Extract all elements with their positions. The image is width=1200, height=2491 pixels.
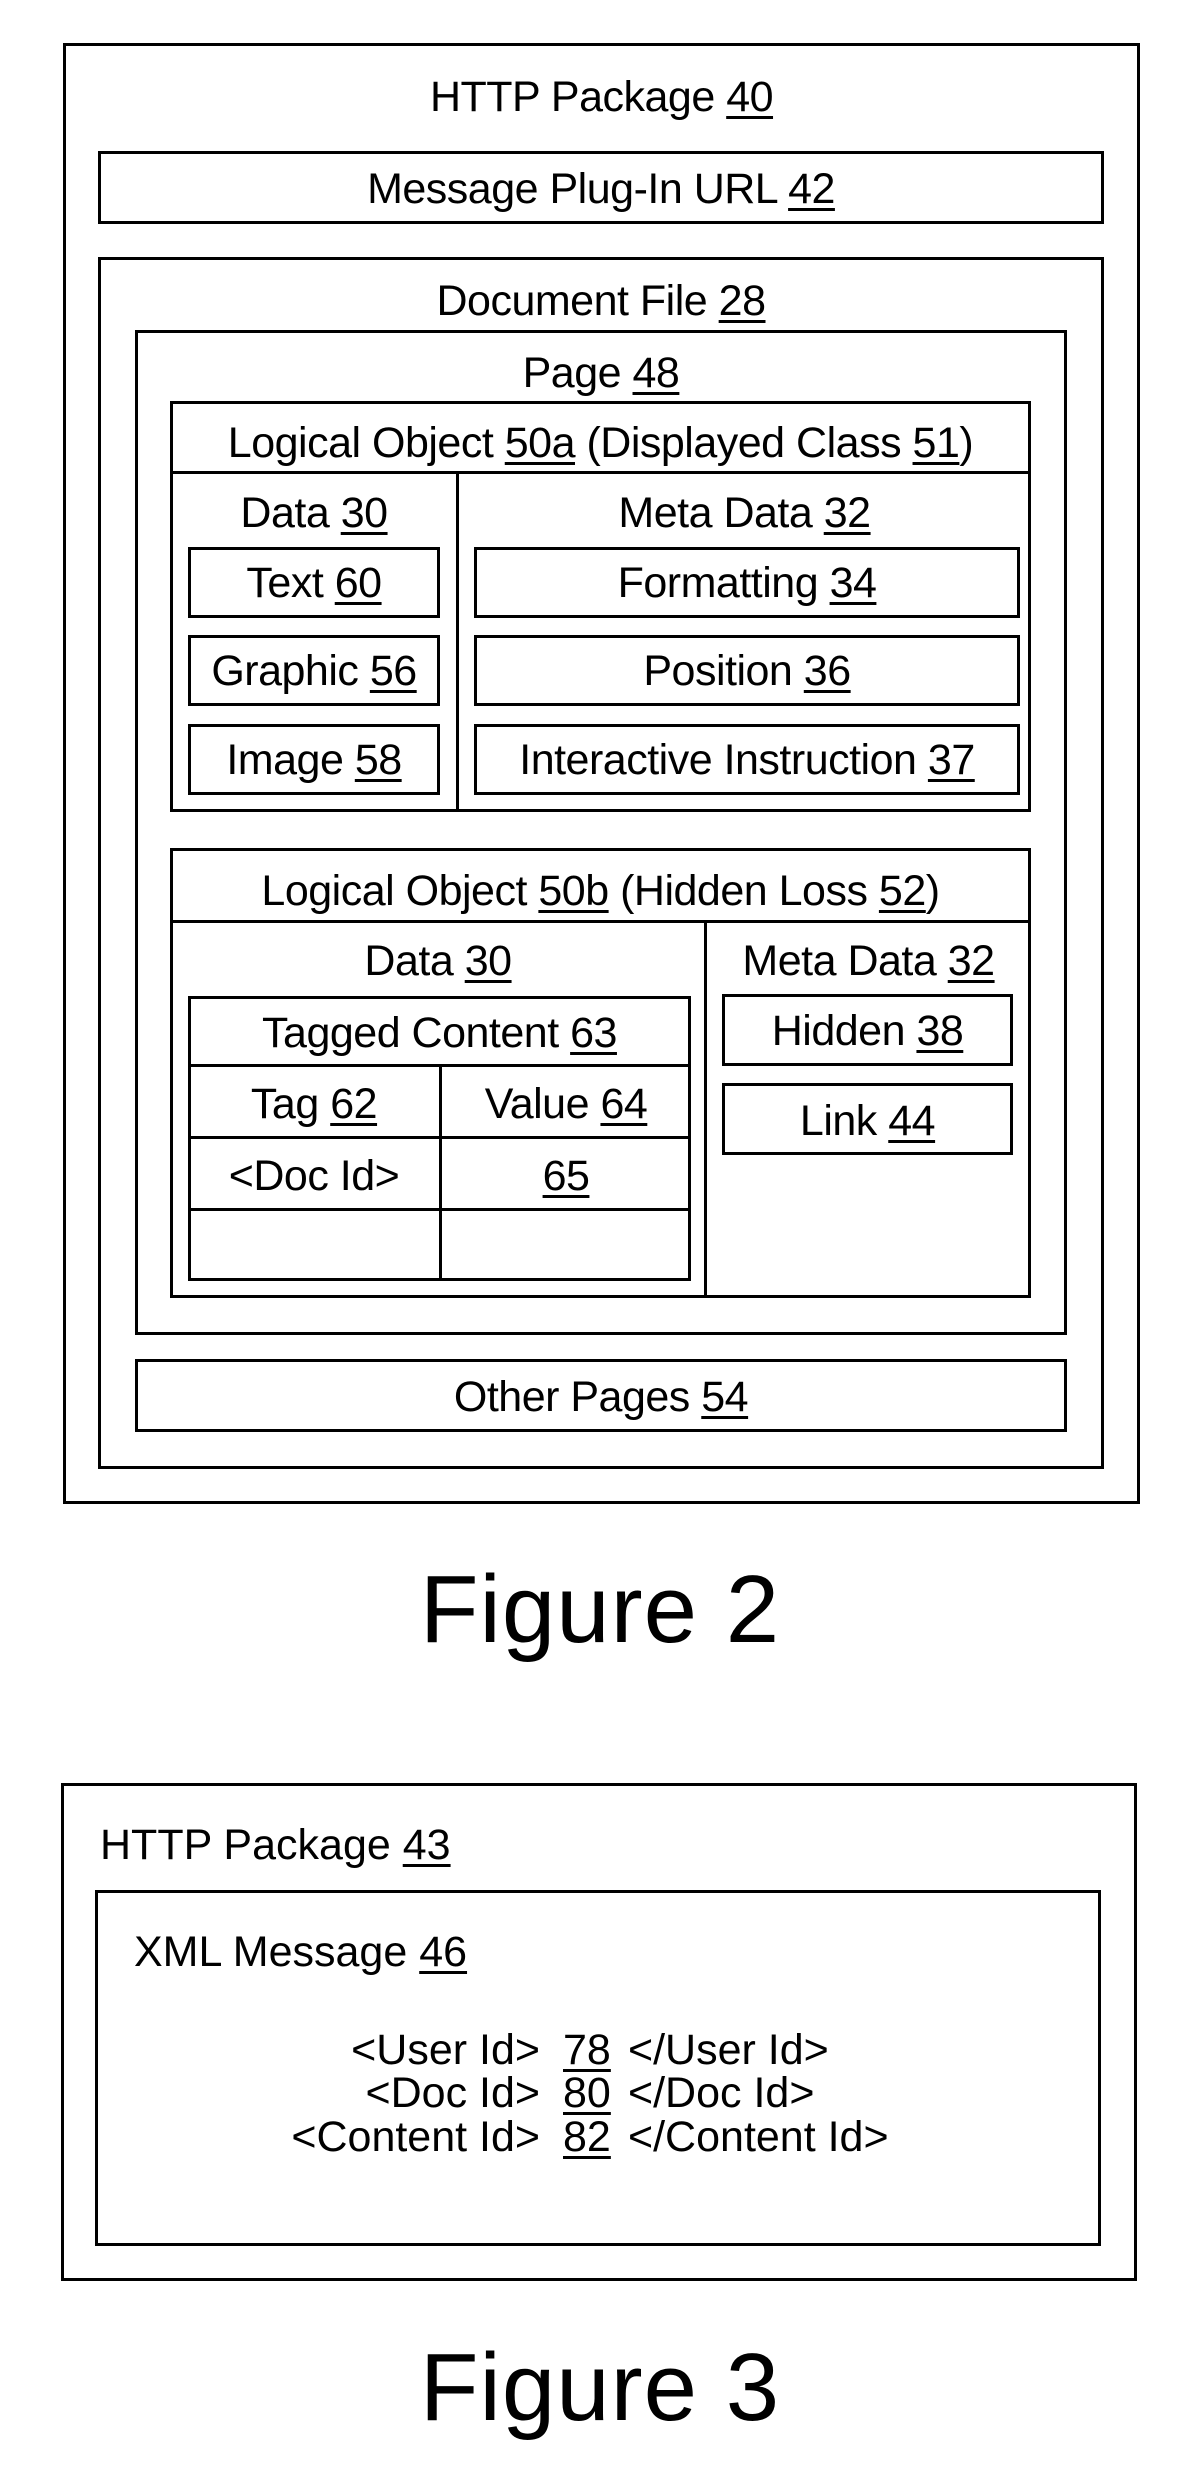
figure-3-caption: Figure 3 [419,2334,781,2441]
xml-open-tag: <Doc Id> [365,2069,541,2117]
xml-close-tag: </Content Id> [628,2113,889,2161]
message-plugin-url-label: Message Plug-In URL 42 [367,165,835,213]
ref-number: 32 [947,937,995,985]
ref-number: 40 [726,73,774,121]
ref-number: 38 [916,1007,964,1055]
ref-number: 58 [354,736,402,784]
image-58-label: Image 58 [226,736,402,784]
ref-number: 56 [369,647,417,695]
formatting-34-label: Formatting 34 [617,559,877,607]
logical-object-50b-title: Logical Object 50b (Hidden Loss 52) [261,867,940,915]
ref-number: 65 [542,1152,590,1200]
meta-data-32-heading: Meta Data 32 [742,937,995,985]
table-cell-value: 65 [441,1155,691,1198]
page-48-label: Page 48 [522,349,680,397]
figure-2-caption: Figure 2 [419,1556,781,1663]
xml-ref-number: 80 [563,2069,611,2117]
ref-number: 42 [788,165,835,213]
ref-number: 48 [632,349,680,397]
ref-number: 54 [701,1373,749,1421]
other-pages-54-label: Other Pages 54 [453,1373,749,1421]
hidden-38-label: Hidden 38 [771,1007,964,1055]
ref-number: 43 [402,1821,451,1869]
data-30-heading: Data 30 [364,937,512,985]
table-cell-tag: <Doc Id> [228,1152,400,1200]
position-36-label: Position 36 [643,647,851,695]
ref-number: 64 [600,1080,648,1128]
tagged-content-63-label: Tagged Content 63 [262,1009,617,1057]
link-44-label: Link 44 [799,1097,936,1145]
tag-62-header: Tag 62 [250,1080,378,1128]
ref-number: 62 [330,1080,378,1128]
xml-close-tag: </Doc Id> [628,2069,815,2117]
xml-ref-number: 82 [563,2113,611,2161]
text-60-label: Text 60 [246,559,382,607]
ref-number: 51 [912,419,960,467]
ref-number: 37 [927,736,975,784]
xml-open-tag: <Content Id> [291,2113,540,2161]
xml-ref-number: 78 [563,2026,611,2074]
meta-data-32-heading: Meta Data 32 [618,489,871,537]
logical-object-50b-header-divider [170,920,1031,923]
ref-number: 63 [570,1009,617,1057]
logical-object-50a-title: Logical Object 50a (Displayed Class 51) [227,419,974,467]
interactive-instruction-37-label: Interactive Instruction 37 [519,736,975,784]
http-package-40-label: HTTP Package 40 [429,73,774,121]
ref-number: 34 [829,559,877,607]
ref-number: 44 [888,1097,936,1145]
ref-number: 30 [464,937,512,985]
logical-object-50a-header-divider [170,471,1031,474]
ref-number: 36 [803,647,851,695]
http-package-43-label: HTTP Package 43 [100,1821,451,1869]
ref-number: 28 [718,277,766,325]
data-30-heading: Data 30 [240,489,388,537]
ref-number: 52 [878,867,926,915]
ref-number: 50a [504,419,576,467]
ref-number: 30 [340,489,388,537]
xml-close-tag: </User Id> [628,2026,829,2074]
ref-number: 32 [823,489,871,537]
ref-number: 50b [538,867,609,915]
xml-open-tag: <User Id> [351,2026,540,2074]
value-64-header: Value 64 [484,1080,648,1128]
xml-message-46-label: XML Message 46 [134,1928,468,1976]
document-file-label: Document File 28 [436,277,766,325]
ref-number: 46 [419,1928,468,1976]
ref-number: 60 [334,559,382,607]
graphic-56-label: Graphic 56 [211,647,417,695]
